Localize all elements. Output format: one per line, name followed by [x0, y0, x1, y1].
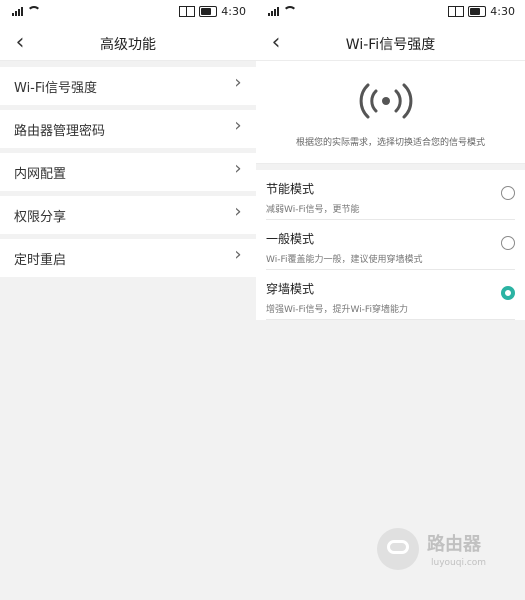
radio-button[interactable]	[501, 186, 515, 200]
right-screen: 4:30 ‹ Wi-Fi信号强度 根据您的实际需求，选择切换适合您的信号模式 节…	[256, 0, 525, 600]
chevron-right-icon: ›	[234, 115, 242, 136]
menu-item-scheduled-reboot[interactable]: 定时重启 ›	[0, 239, 256, 277]
menu-item-wifi-strength[interactable]: Wi-Fi信号强度 ›	[0, 67, 256, 105]
mode-desc: Wi-Fi覆盖能力一般，建议使用穿墙模式	[266, 255, 423, 265]
chevron-right-icon: ›	[234, 201, 242, 222]
mode-title: 穿墙模式	[266, 282, 315, 296]
page-title: 高级功能	[100, 37, 156, 53]
left-screen: 4:30 ‹ 高级功能 Wi-Fi信号强度 › 路由器管理密码 › 内网配置 ›…	[0, 0, 256, 600]
mode-desc: 增强Wi-Fi信号，提升Wi-Fi穿墙能力	[266, 305, 408, 315]
watermark-title: 路由器	[427, 534, 481, 555]
chevron-right-icon: ›	[234, 244, 242, 265]
signal-icon	[268, 7, 279, 16]
dual-sim-icon	[179, 6, 196, 17]
mode-wall-penetration[interactable]: 穿墙模式 增强Wi-Fi信号，提升Wi-Fi穿墙能力	[266, 270, 515, 320]
watermark-subtitle: luyouqi.com	[431, 558, 487, 568]
mode-power-saving[interactable]: 节能模式 减弱Wi-Fi信号，更节能	[266, 170, 515, 220]
status-bar: 4:30	[256, 0, 525, 26]
menu-item-label: 内网配置	[14, 167, 67, 182]
mode-title: 节能模式	[266, 182, 315, 196]
advanced-menu: Wi-Fi信号强度 › 路由器管理密码 › 内网配置 › 权限分享 › 定时重启…	[0, 67, 256, 277]
status-icons-left	[268, 6, 297, 16]
radio-button[interactable]	[501, 236, 515, 250]
status-bar: 4:30	[0, 0, 256, 26]
menu-item-label: 权限分享	[14, 210, 67, 225]
signal-hero: 根据您的实际需求，选择切换适合您的信号模式	[256, 61, 525, 164]
status-icons-left	[12, 6, 41, 16]
mode-title: 一般模式	[266, 232, 315, 246]
wifi-icon	[283, 6, 297, 16]
dual-sim-icon	[448, 6, 465, 17]
page-title: Wi-Fi信号强度	[345, 37, 436, 53]
menu-item-permission-share[interactable]: 权限分享 ›	[0, 196, 256, 234]
radio-button-selected[interactable]	[501, 286, 515, 300]
status-time: 4:30	[221, 5, 246, 18]
signal-mode-list: 节能模式 减弱Wi-Fi信号，更节能 一般模式 Wi-Fi覆盖能力一般，建议使用…	[256, 170, 525, 320]
status-time: 4:30	[490, 5, 515, 18]
watermark: 路由器 luyouqi.com	[377, 522, 509, 582]
menu-item-label: 路由器管理密码	[14, 124, 106, 139]
menu-item-lan-config[interactable]: 内网配置 ›	[0, 153, 256, 191]
router-logo-icon	[377, 528, 419, 570]
menu-item-label: Wi-Fi信号强度	[14, 81, 98, 96]
nav-bar: ‹ Wi-Fi信号强度	[256, 26, 525, 61]
menu-item-label: 定时重启	[14, 253, 67, 268]
chevron-right-icon: ›	[234, 72, 242, 93]
signal-icon	[12, 7, 23, 16]
chevron-right-icon: ›	[234, 158, 242, 179]
battery-icon	[199, 6, 218, 17]
mode-description: 根据您的实际需求，选择切换适合您的信号模式	[295, 138, 485, 148]
mode-normal[interactable]: 一般模式 Wi-Fi覆盖能力一般，建议使用穿墙模式	[266, 220, 515, 270]
broadcast-icon	[359, 83, 413, 119]
menu-item-admin-password[interactable]: 路由器管理密码 ›	[0, 110, 256, 148]
battery-icon	[468, 6, 487, 17]
wifi-icon	[27, 6, 41, 16]
nav-bar: ‹ 高级功能	[0, 26, 256, 61]
status-icons-right: 4:30	[448, 5, 515, 18]
mode-desc: 减弱Wi-Fi信号，更节能	[266, 205, 360, 215]
status-icons-right: 4:30	[179, 5, 246, 18]
